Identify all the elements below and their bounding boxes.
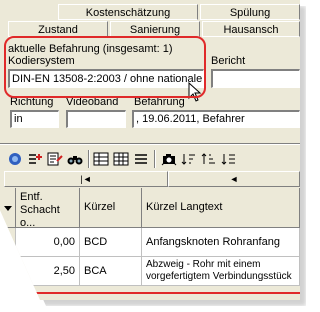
list-view-icon[interactable] <box>132 150 150 168</box>
bericht-label: Bericht <box>211 55 246 67</box>
table-cell-entf[interactable]: 0,00 <box>16 228 80 257</box>
row-indicator[interactable] <box>0 257 16 286</box>
row-pointer-icon <box>4 206 12 211</box>
insert-row-icon[interactable] <box>26 150 44 168</box>
tab-kostenschaetzung[interactable]: Kostenschätzung <box>58 4 198 20</box>
toolbar-separator <box>88 150 90 168</box>
toolbar-separator-2 <box>154 150 156 168</box>
videoband-field[interactable] <box>66 110 126 128</box>
nav-first-button[interactable]: |◄ <box>4 171 168 187</box>
sort-ascending-icon[interactable] <box>180 150 198 168</box>
table-cell-kuerzel[interactable]: BCD <box>80 228 142 257</box>
tab-zustand[interactable]: Zustand <box>8 21 108 37</box>
grid-row-indicator-header <box>0 188 16 228</box>
table-cell-langtext[interactable]: Anfangsknoten Rohranfang <box>142 228 300 257</box>
table-cell-kuerzel[interactable]: BCA <box>80 257 142 286</box>
column-header-kuerzel[interactable]: Kürzel <box>80 188 142 228</box>
red-marker-line <box>12 292 300 294</box>
app-window: Kostenschätzung Spülung Zustand Sanierun… <box>0 0 300 300</box>
camera-icon[interactable] <box>160 150 178 168</box>
column-header-entf[interactable]: Entf. Schacht o... <box>16 188 80 229</box>
richtung-field[interactable]: in <box>10 110 59 128</box>
screenshot-stage: Kostenschätzung Spülung Zustand Sanierun… <box>0 0 312 312</box>
befahrung-grid: Entf. Schacht o... Kürzel Kürzel Langtex… <box>0 188 300 300</box>
table-view-icon[interactable] <box>92 150 110 168</box>
table-cell-entf[interactable]: 2,50 <box>16 257 80 286</box>
highlight-frame <box>4 36 206 98</box>
grid-view-icon[interactable] <box>112 150 130 168</box>
tab-sanierung[interactable]: Sanierung <box>110 21 200 37</box>
search-binoculars-icon[interactable] <box>66 150 84 168</box>
sort-descending-icon[interactable] <box>200 150 218 168</box>
form-separator <box>0 143 300 145</box>
column-header-langtext[interactable]: Kürzel Langtext <box>142 188 300 228</box>
tab-hausanschluss[interactable]: Hausansch <box>202 21 300 37</box>
row-indicator[interactable] <box>0 228 16 257</box>
bericht-field[interactable] <box>211 69 300 88</box>
browse-icon[interactable] <box>6 150 24 168</box>
edit-record-icon[interactable] <box>46 150 64 168</box>
filter-icon[interactable] <box>220 150 238 168</box>
nav-prev-button[interactable]: ◄ <box>168 171 300 187</box>
tab-spuelung[interactable]: Spülung <box>200 4 300 20</box>
befahrung-field[interactable]: , 19.06.2011, Befahrer <box>132 110 300 128</box>
table-cell-langtext[interactable]: Abzweig - Rohr mit einem vorgefertigtem … <box>142 257 300 286</box>
